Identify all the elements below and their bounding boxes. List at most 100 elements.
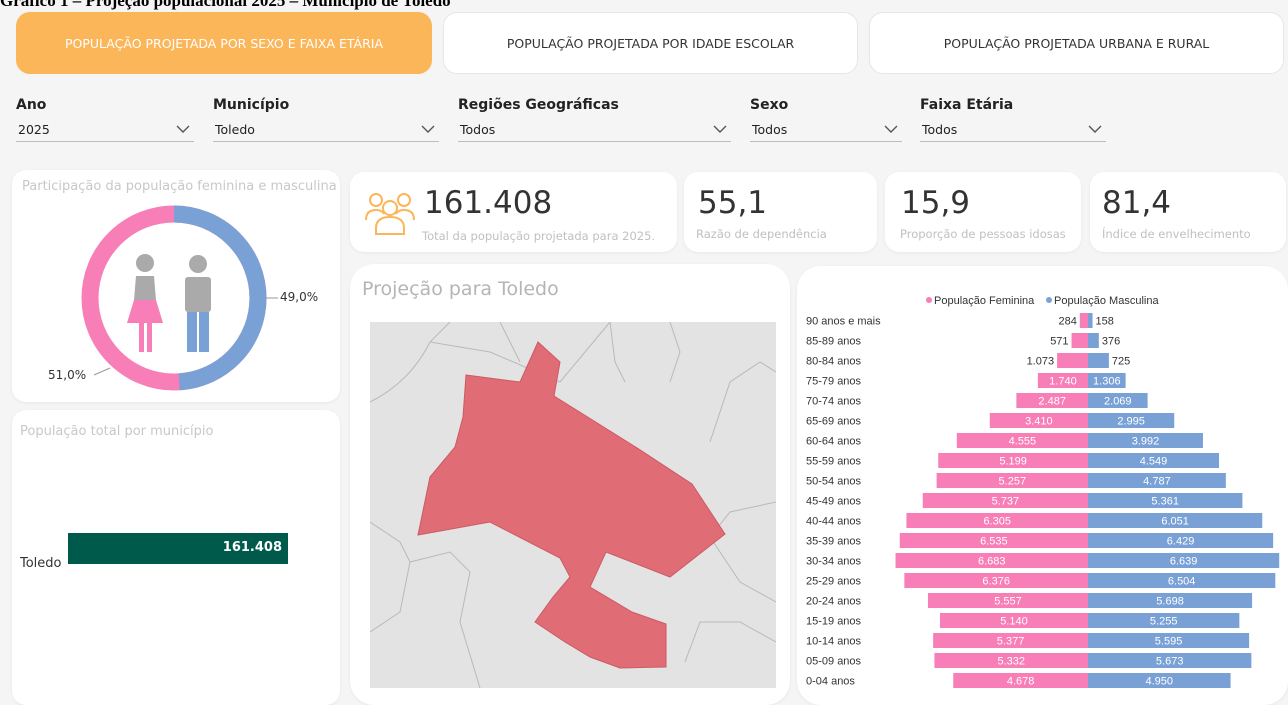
pyramid-female-value: 5.377 [997,636,1025,648]
pyramid-female-value: 5.557 [994,596,1022,608]
pyramid-female-value: 1.740 [1049,376,1077,388]
pyramid-category-label: 75-79 anos [806,376,862,388]
filter-sexo-value: Todos [752,122,788,137]
pyramid-male-value: 6.639 [1170,556,1198,568]
chevron-down-icon [884,125,898,133]
tab-idade-escolar[interactable]: POPULAÇÃO PROJETADA POR IDADE ESCOLAR [443,12,858,74]
pyramid-female-value: 1.073 [1027,356,1055,368]
pyramid-female-value: 6.305 [983,516,1011,528]
pyramid-male-value: 2.995 [1117,416,1145,428]
tab-urbana-rural[interactable]: POPULAÇÃO PROJETADA URBANA E RURAL [869,12,1284,74]
municipality-bar[interactable]: 161.408 [68,533,288,564]
pyramid-female-value: 5.140 [1000,616,1028,628]
pyramid-female-bar[interactable] [1057,353,1088,368]
pyramid-category-label: 20-24 anos [806,596,862,608]
municipality-bar-value: 161.408 [222,540,282,555]
filter-sexo-select[interactable]: Todos [750,120,902,142]
male-figure-icon [185,255,211,352]
report-heading: Gráfico 1 – Projeção populacional 2025 –… [0,0,451,10]
pyramid-female-value: 3.410 [1025,416,1053,428]
pyramid-female-value: 6.376 [982,576,1010,588]
pyramid-male-value: 2.069 [1104,396,1132,408]
legend-male-label[interactable]: População Masculina [1054,295,1159,307]
kpi-aging-card: 81,4 Índice de envelhecimento [1090,172,1286,252]
pyramid-female-value: 4.555 [1009,436,1037,448]
pyramid-female-value: 2.487 [1038,396,1066,408]
pyramid-male-value: 376 [1102,336,1120,348]
pyramid-male-value: 3.992 [1132,436,1160,448]
chevron-down-icon [421,125,435,133]
filter-regioes-value: Todos [460,122,496,137]
pyramid-category-label: 30-34 anos [806,556,862,568]
filter-municipio-select[interactable]: Toledo [213,120,439,142]
pyramid-female-bar[interactable] [1079,313,1088,328]
legend-female-label[interactable]: População Feminina [934,295,1035,307]
female-leader-line [93,367,111,376]
map-title: Projeção para Toledo [362,278,559,300]
pyramid-category-label: 50-54 anos [806,476,862,488]
pyramid-male-value: 4.950 [1146,676,1174,688]
pyramid-category-label: 0-04 anos [806,676,855,688]
pyramid-male-value: 5.361 [1151,496,1179,508]
municipality-population-card: População total por município Toledo 161… [12,410,340,705]
pyramid-category-label: 15-19 anos [806,616,862,628]
pyramid-male-value: 6.429 [1167,536,1195,548]
pyramid-female-value: 284 [1058,316,1076,328]
pyramid-category-label: 40-44 anos [806,516,862,528]
kpi-total-value: 161.408 [424,185,553,221]
filter-regioes-select[interactable]: Todos [458,120,731,142]
map-card: Projeção para Toledo [350,264,790,705]
pyramid-female-value: 571 [1050,336,1068,348]
legend-male-marker [1046,297,1052,303]
kpi-total-label: Total da população projetada para 2025. [422,229,656,243]
pyramid-female-bar[interactable] [1071,333,1088,348]
pyramid-male-value: 5.698 [1156,596,1184,608]
kpi-aging-value: 81,4 [1102,185,1172,221]
filter-municipio-label: Município [213,97,290,113]
pyramid-male-bar[interactable] [1088,313,1093,328]
gender-share-card: Participação da população feminina e mas… [12,170,340,402]
pyramid-category-label: 70-74 anos [806,396,862,408]
kpi-dependency-value: 55,1 [698,185,768,221]
pyramid-male-value: 5.595 [1155,636,1183,648]
people-group-icon [365,193,415,235]
pyramid-female-value: 4.678 [1007,676,1035,688]
kpi-total-card: 161.408 Total da população projetada par… [350,172,677,252]
filter-sexo-label: Sexo [750,97,789,113]
pyramid-category-label: 35-39 anos [806,536,862,548]
pyramid-category-label: 25-29 anos [806,576,862,588]
municipality-map [370,322,776,688]
donut-female-label: 51,0% [48,368,87,382]
kpi-elderly-card: 15,9 Proporção de pessoas idosas [885,172,1081,252]
pyramid-male-value: 6.504 [1168,576,1196,588]
legend-female-marker [926,297,932,303]
kpi-dependency-card: 55,1 Razão de dependência [684,172,877,252]
filter-faixa-value: Todos [922,122,958,137]
tab-sexo-faixa-etaria[interactable]: POPULAÇÃO PROJETADA POR SEXO E FAIXA ETÁ… [16,12,432,74]
toledo-municipality-shape[interactable] [417,341,726,669]
pyramid-female-value: 6.535 [980,536,1008,548]
pyramid-female-value: 5.737 [992,496,1020,508]
pyramid-female-value: 5.199 [999,456,1027,468]
filter-ano-select[interactable]: 2025 [16,120,194,142]
population-pyramid-chart: População Feminina População Masculina 90 … [806,295,1280,688]
pyramid-category-label: 65-69 anos [806,416,862,428]
pyramid-male-value: 4.549 [1140,456,1168,468]
pyramid-male-value: 158 [1096,316,1114,328]
pyramid-male-value: 4.787 [1143,476,1171,488]
filter-ano-value: 2025 [18,122,50,137]
filter-faixa-label: Faixa Etária [920,97,1014,113]
pyramid-category-label: 60-64 anos [806,436,862,448]
pyramid-category-label: 45-49 anos [806,496,862,508]
pyramid-male-value: 6.051 [1161,516,1189,528]
pyramid-male-bar[interactable] [1088,333,1099,348]
chevron-down-icon [1088,125,1102,133]
filter-regioes-label: Regiões Geográficas [458,97,619,113]
pyramid-female-value: 5.332 [997,656,1025,668]
pyramid-female-value: 6.683 [978,556,1006,568]
filter-faixa-select[interactable]: Todos [920,120,1106,142]
map-canvas[interactable] [370,322,776,688]
female-figure-icon [127,254,163,352]
pyramid-male-bar[interactable] [1088,353,1109,368]
kpi-dependency-label: Razão de dependência [696,227,827,241]
